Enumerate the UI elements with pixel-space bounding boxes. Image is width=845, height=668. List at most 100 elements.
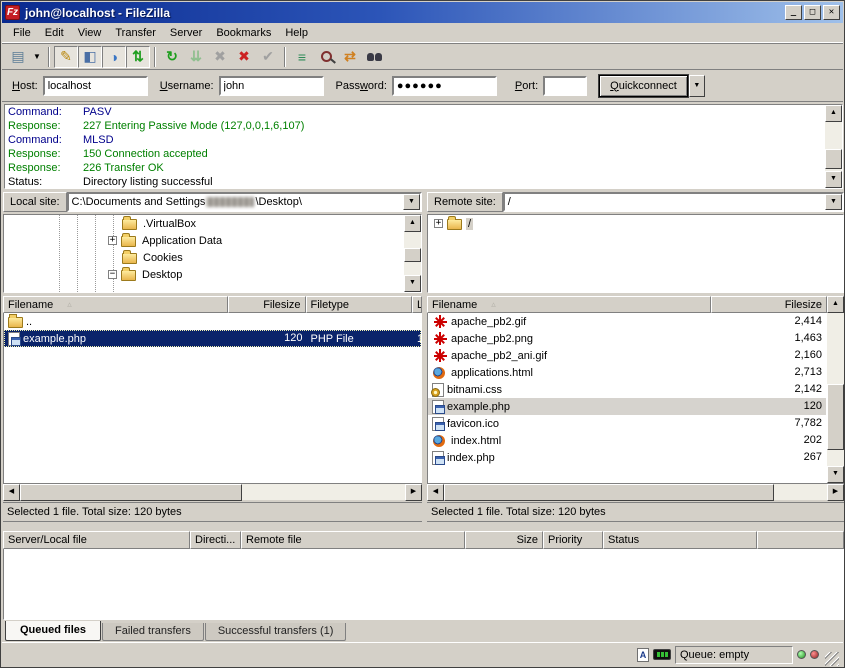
column-priority[interactable]: Priority	[543, 531, 603, 549]
menu-file[interactable]: File	[6, 25, 38, 41]
tab-successful-transfers[interactable]: Successful transfers (1)	[205, 623, 347, 641]
column-filetype[interactable]: Filetype	[306, 296, 412, 313]
file-row[interactable]: example.php 120	[428, 398, 826, 415]
directory-comparison-button[interactable]	[314, 46, 338, 68]
find-files-button[interactable]	[362, 46, 386, 68]
scroll-down-icon[interactable]: ▼	[825, 171, 842, 188]
column-remote-file[interactable]: Remote file	[241, 531, 465, 549]
file-row[interactable]: index.php 267	[428, 449, 826, 466]
scroll-thumb[interactable]	[20, 484, 242, 501]
apache-image-file-icon	[432, 349, 448, 363]
toggle-transfer-queue-button[interactable]: ⇅	[126, 46, 150, 68]
maximize-button[interactable]: □	[804, 5, 821, 20]
scroll-thumb[interactable]	[825, 149, 842, 169]
column-lastmodified[interactable]: L	[412, 296, 422, 313]
menu-bookmarks[interactable]: Bookmarks	[209, 25, 278, 41]
scroll-left-icon[interactable]: ◀	[427, 484, 444, 501]
remote-list-scrollbar[interactable]: ▲ ▼	[827, 296, 844, 483]
file-row[interactable]: apache_pb2_ani.gif 2,160	[428, 347, 826, 364]
scroll-up-icon[interactable]: ▲	[827, 296, 844, 313]
column-filesize[interactable]: Filesize	[228, 296, 306, 313]
column-filename[interactable]: Filename▵	[3, 296, 228, 313]
local-path-combobox[interactable]: C:\Documents and Settings\Desktop\ ▼	[67, 192, 422, 212]
scroll-thumb[interactable]	[444, 484, 774, 501]
file-row[interactable]: bitnami.css 2,142	[428, 381, 826, 398]
file-row[interactable]: apache_pb2.gif 2,414	[428, 313, 826, 330]
local-horizontal-scrollbar[interactable]: ◀ ▶	[3, 483, 422, 500]
remote-horizontal-scrollbar[interactable]: ◀ ▶	[427, 483, 844, 500]
reconnect-button[interactable]: ✔	[256, 46, 280, 68]
queue-list[interactable]	[3, 549, 844, 620]
log-scrollbar[interactable]: ▲ ▼	[825, 105, 842, 188]
close-button[interactable]: ✕	[823, 5, 840, 20]
tree-item[interactable]: .VirtualBox	[4, 215, 404, 232]
cancel-operation-button[interactable]: ✖	[208, 46, 232, 68]
remote-path-combobox[interactable]: / ▼	[503, 192, 844, 212]
resize-grip[interactable]	[825, 652, 839, 666]
scroll-right-icon[interactable]: ▶	[405, 484, 422, 501]
local-pane: Local site: C:\Documents and Settings\De…	[3, 191, 422, 524]
menu-help[interactable]: Help	[278, 25, 315, 41]
scroll-up-icon[interactable]: ▲	[404, 215, 421, 232]
host-input[interactable]	[43, 76, 148, 96]
menu-transfer[interactable]: Transfer	[108, 25, 163, 41]
password-input[interactable]	[392, 76, 497, 96]
process-queue-button[interactable]: ⇊	[184, 46, 208, 68]
expand-icon[interactable]: +	[434, 219, 443, 228]
minimize-button[interactable]: _	[785, 5, 802, 20]
quickconnect-dropdown-button[interactable]: ▼	[689, 75, 705, 97]
column-status[interactable]: Status	[603, 531, 757, 549]
combo-dropdown-icon[interactable]: ▼	[403, 194, 420, 210]
scroll-thumb[interactable]	[827, 384, 844, 450]
toolbar-separator	[154, 47, 156, 67]
file-row[interactable]: favicon.ico 7,782	[428, 415, 826, 432]
local-tree-scrollbar[interactable]: ▲ ▼	[404, 215, 421, 292]
tree-item[interactable]: + /	[428, 215, 843, 232]
file-row[interactable]: example.php 120 PHP File 1	[4, 330, 421, 347]
menu-server[interactable]: Server	[163, 25, 209, 41]
remote-directory-tree: + /	[427, 214, 844, 293]
site-manager-dropdown-button[interactable]: ▼	[30, 46, 44, 68]
collapse-icon[interactable]: −	[108, 270, 117, 279]
speed-limit-indicator-icon	[653, 649, 671, 660]
tab-failed-transfers[interactable]: Failed transfers	[102, 623, 204, 641]
scroll-up-icon[interactable]: ▲	[825, 105, 842, 122]
file-row[interactable]: apache_pb2.png 1,463	[428, 330, 826, 347]
file-row[interactable]: index.html 202	[428, 432, 826, 449]
refresh-button[interactable]: ↻	[160, 46, 184, 68]
filter-button[interactable]: ≡	[290, 46, 314, 68]
file-row[interactable]: applications.html 2,713	[428, 364, 826, 381]
username-input[interactable]	[219, 76, 324, 96]
column-size[interactable]: Size	[465, 531, 543, 549]
scroll-right-icon[interactable]: ▶	[827, 484, 844, 501]
expand-icon[interactable]: +	[108, 236, 117, 245]
tree-item[interactable]: − Desktop	[4, 266, 404, 283]
tree-item[interactable]: + Application Data	[4, 232, 404, 249]
toggle-remote-tree-button[interactable]: ◑	[102, 46, 126, 68]
log-line: Response:150 Connection accepted	[5, 147, 825, 161]
column-filesize[interactable]: Filesize	[711, 296, 827, 313]
menu-view[interactable]: View	[71, 25, 109, 41]
tree-item[interactable]: Cookies	[4, 249, 404, 266]
synchronized-browsing-button[interactable]: ⇄	[338, 46, 362, 68]
css-file-icon	[432, 383, 444, 397]
column-direction[interactable]: Directi...	[190, 531, 241, 549]
port-input[interactable]	[543, 76, 587, 96]
combo-dropdown-icon[interactable]: ▼	[825, 194, 842, 210]
toggle-local-tree-button[interactable]: ◧	[78, 46, 102, 68]
scroll-down-icon[interactable]: ▼	[827, 466, 844, 483]
disconnect-button[interactable]: ✖	[232, 46, 256, 68]
toolbar: ▤ ▼ ✎ ◧ ◑ ⇅ ↻ ⇊ ✖ ✖ ✔ ≡ ⇄	[2, 43, 843, 70]
menu-edit[interactable]: Edit	[38, 25, 71, 41]
scroll-down-icon[interactable]: ▼	[404, 275, 421, 292]
column-filename[interactable]: Filename▵	[427, 296, 711, 313]
file-row[interactable]: ..	[4, 313, 421, 330]
column-server-local-file[interactable]: Server/Local file	[3, 531, 190, 549]
quickconnect-bar: Host: Username: Password: Port: Quickcon…	[2, 70, 843, 102]
site-manager-button[interactable]: ▤	[6, 46, 30, 68]
quickconnect-button[interactable]: Quickconnect	[599, 75, 688, 97]
tab-queued-files[interactable]: Queued files	[5, 621, 101, 641]
scroll-left-icon[interactable]: ◀	[3, 484, 20, 501]
toggle-message-log-button[interactable]: ✎	[54, 46, 78, 68]
scroll-thumb[interactable]	[404, 248, 421, 262]
